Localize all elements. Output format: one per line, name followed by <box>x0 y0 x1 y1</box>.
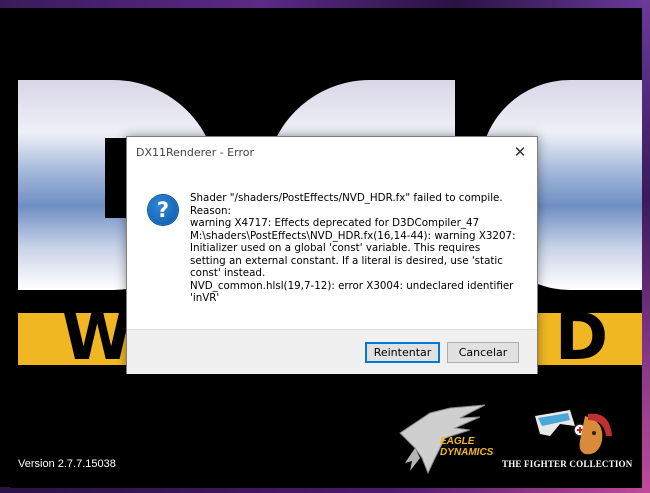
message-line: warning X4717: Effects deprecated for D3… <box>190 217 480 229</box>
band-letter-right: D <box>555 301 609 375</box>
band-letter-left: W <box>62 301 133 375</box>
message-line: 'inVR' <box>190 292 220 304</box>
eagle-dynamics-text: EAGLE DYNAMICS <box>440 436 493 458</box>
fighter-collection-text: THE FIGHTER COLLECTION <box>502 459 633 469</box>
version-label: Version 2.7.7.15038 <box>18 458 116 470</box>
message-line: const' instead. <box>190 267 266 279</box>
dialog-content: ? Shader "/shaders/PostEffects/NVD_HDR.f… <box>127 167 537 331</box>
fighter-collection-logo <box>535 410 612 455</box>
question-icon: ? <box>148 195 178 225</box>
message-line: Shader "/shaders/PostEffects/NVD_HDR.fx"… <box>190 192 503 204</box>
eagle-text-line2: DYNAMICS <box>440 447 494 458</box>
message-line: Initializer used on a global 'const' var… <box>190 242 481 254</box>
cancel-button[interactable]: Cancelar <box>447 342 519 363</box>
dialog-titlebar[interactable]: DX11Renderer - Error ✕ <box>127 137 537 167</box>
retry-button[interactable]: Reintentar <box>365 342 440 363</box>
desktop-border-top <box>0 0 650 8</box>
dialog-title: DX11Renderer - Error <box>136 146 254 159</box>
message-line: Reason: <box>190 204 231 217</box>
close-button[interactable]: ✕ <box>509 142 531 162</box>
error-dialog: DX11Renderer - Error ✕ ? Shader "/shader… <box>126 136 538 374</box>
error-message: Shader "/shaders/PostEffects/NVD_HDR.fx"… <box>190 192 525 305</box>
desktop-border-right <box>642 0 650 493</box>
message-line: M:\shaders\PostEffects\NVD_HDR.fx(16,14-… <box>190 229 516 242</box>
dialog-footer: Reintentar Cancelar <box>127 329 537 374</box>
eagle-text-line1: EAGLE <box>440 436 475 447</box>
message-line: setting an external constant. If a liter… <box>190 254 503 267</box>
message-line: NVD_common.hlsl(19,7-12): error X3004: u… <box>190 279 514 292</box>
close-icon: ✕ <box>513 143 527 161</box>
